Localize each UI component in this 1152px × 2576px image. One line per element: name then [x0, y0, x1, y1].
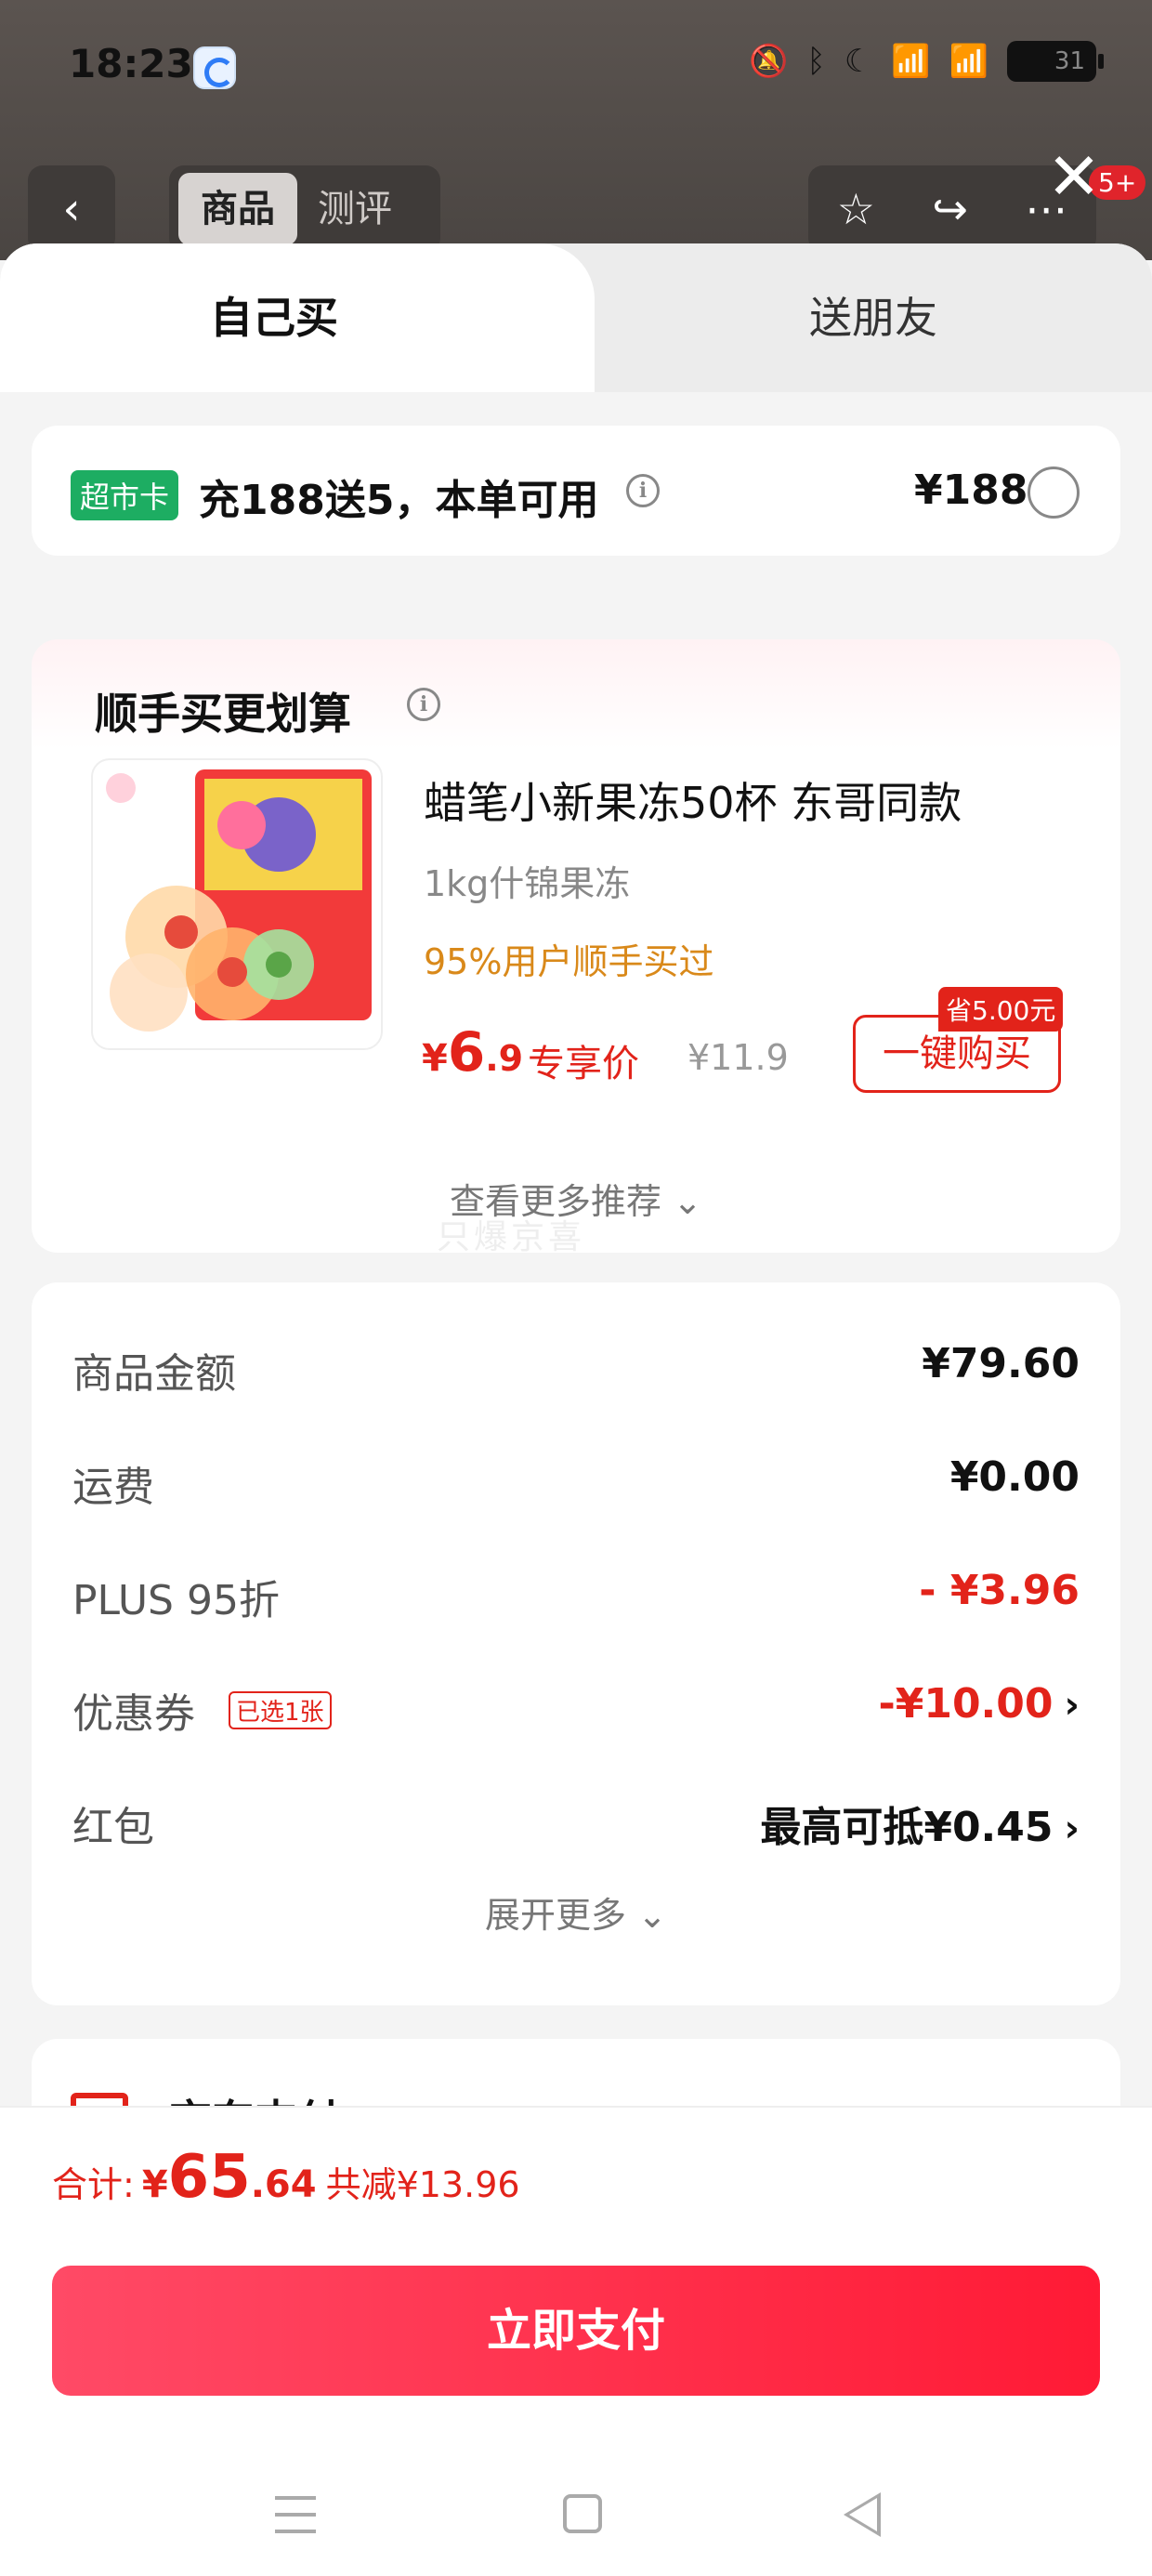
summary-label: 运费	[72, 1464, 154, 1511]
product-price: ¥6.9	[422, 1020, 523, 1084]
tab-review[interactable]: 测评	[318, 173, 392, 245]
app-notification-icon	[193, 46, 236, 89]
system-nav-bar	[0, 2470, 1152, 2563]
chevron-right-icon: ›	[1064, 1684, 1080, 1727]
menu-icon[interactable]	[275, 2496, 316, 2533]
summary-value: ¥0.00	[949, 1453, 1080, 1501]
home-icon[interactable]	[563, 2494, 602, 2533]
tab-buy-self[interactable]: 自己买	[0, 243, 595, 392]
expand-more[interactable]: 展开更多 ⌄	[32, 1886, 1120, 1938]
order-summary-card: 商品金额 ¥79.60 运费 ¥0.00 PLUS 95折 - ¥3.96 优惠…	[32, 1282, 1120, 2005]
moon-icon: ☾	[844, 43, 873, 80]
supermarket-card-row[interactable]: 超市卡 充188送5，本单可用 i ¥188	[32, 426, 1120, 556]
back-button[interactable]: ‹	[28, 165, 115, 253]
total-amount: 合计: ¥65.64 共减¥13.96	[52, 2143, 520, 2212]
supermarket-radio[interactable]	[1028, 467, 1080, 519]
supermarket-offer-text: 充188送5，本单可用	[199, 477, 599, 524]
summary-label: PLUS 95折	[72, 1577, 280, 1624]
product-tabs: 商品 测评	[169, 165, 440, 253]
background-product-page: 18:23 🔕 ᛒ ☾ 📶 📶 31 ‹ 商品 测评 ☆ ↪ ⋯ 5+ ✕	[0, 0, 1152, 260]
bluetooth-icon: ᛒ	[806, 43, 826, 80]
total-label: 合计:	[52, 2164, 135, 2205]
back-icon[interactable]	[844, 2492, 881, 2537]
product-spec: 1kg什锦果冻	[424, 863, 631, 904]
summary-value-wrap: 最高可抵¥0.45 ›	[760, 1794, 1080, 1853]
total-saved: 共减¥13.96	[325, 2164, 520, 2205]
summary-value: - ¥3.96	[919, 1567, 1080, 1614]
signal-5g-icon: 📶	[891, 43, 931, 80]
checkout-footer: 合计: ¥65.64 共减¥13.96 立即支付	[0, 2106, 1152, 2576]
recommend-card: 顺手买更划算 i 蜡笔小新果冻50杯 东哥同款 1kg什锦果冻 95%用户顺手买…	[32, 639, 1120, 1253]
close-icon[interactable]: ✕	[1046, 144, 1102, 209]
save-badge: 省5.00元	[938, 987, 1064, 1032]
summary-value-wrap: -¥10.00 ›	[878, 1680, 1080, 1728]
bought-percentage: 95%用户顺手买过	[424, 941, 714, 982]
status-bar: 18:23 🔕 ᛒ ☾ 📶 📶 31	[0, 0, 1152, 139]
summary-value: 最高可抵¥0.45	[760, 1804, 1054, 1851]
supermarket-badge: 超市卡	[71, 470, 179, 520]
summary-label: 优惠券	[72, 1690, 195, 1738]
price-integer: 6	[447, 1020, 486, 1084]
tab-send-friend[interactable]: 送朋友	[595, 284, 1152, 346]
exclusive-price-label: 专享价	[528, 1043, 639, 1085]
info-icon[interactable]: i	[407, 688, 440, 721]
signal-5g-icon-2: 📶	[949, 43, 988, 80]
total-integer: 65	[167, 2143, 251, 2212]
summary-label: 商品金额	[72, 1350, 236, 1398]
summary-value: ¥79.60	[922, 1340, 1080, 1387]
buy-mode-tabs: 自己买 送朋友	[0, 243, 1152, 392]
product-name[interactable]: 蜡笔小新果冻50杯 东哥同款	[424, 769, 962, 831]
summary-row-shipping: 运费 ¥0.00	[72, 1446, 1080, 1511]
pay-now-button[interactable]: 立即支付	[52, 2266, 1100, 2396]
watermark: 只爆京喜	[437, 1218, 586, 1256]
price-currency: ¥	[422, 1037, 448, 1080]
original-price: ¥11.9	[687, 1037, 789, 1078]
summary-value: -¥10.00	[878, 1680, 1054, 1728]
star-icon[interactable]: ☆	[837, 184, 875, 234]
chevron-right-icon: ›	[1064, 1807, 1080, 1850]
summary-label: 红包	[72, 1804, 154, 1851]
product-image[interactable]	[91, 758, 383, 1050]
supermarket-price: ¥188	[914, 467, 1028, 514]
total-currency: ¥	[141, 2163, 168, 2206]
tab-product[interactable]: 商品	[178, 173, 297, 245]
total-decimal: .64	[250, 2163, 317, 2206]
summary-row-goods: 商品金额 ¥79.60	[72, 1333, 1080, 1398]
info-icon[interactable]: i	[626, 474, 660, 507]
summary-row-coupon[interactable]: 优惠券 已选1张 -¥10.00 ›	[72, 1673, 1080, 1738]
battery-icon: 31	[1007, 41, 1104, 82]
bell-off-icon: 🔕	[749, 43, 789, 80]
status-time: 18:23	[69, 41, 193, 86]
summary-row-redpacket[interactable]: 红包 最高可抵¥0.45 ›	[72, 1786, 1080, 1851]
share-icon[interactable]: ↪	[932, 184, 968, 234]
summary-row-plus: PLUS 95折 - ¥3.96	[72, 1559, 1080, 1624]
status-icons: 🔕 ᛒ ☾ 📶 📶 31	[749, 41, 1104, 82]
recommend-title: 顺手买更划算	[95, 689, 351, 739]
tab-buy-self-label: 自己买	[210, 293, 338, 343]
coupon-selected-tag: 已选1张	[229, 1691, 332, 1729]
price-decimal: .9	[485, 1038, 524, 1079]
